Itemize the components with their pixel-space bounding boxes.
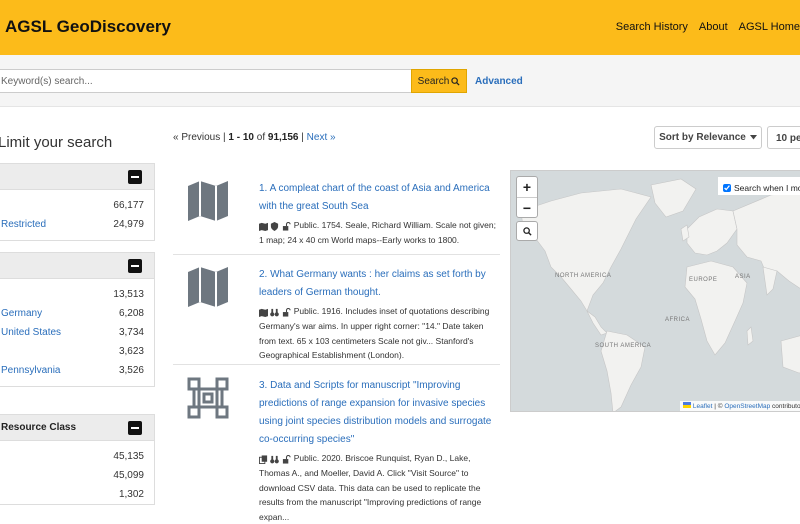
results-map[interactable]: NORTH AMERICA EUROPE ASIA AFRICA SOUTH A… <box>510 170 800 412</box>
sort-dropdown[interactable]: Sort by Relevance <box>654 126 762 149</box>
unlock-icon <box>282 307 291 317</box>
zoom-in-button[interactable]: + <box>517 177 537 197</box>
map-label-asia: ASIA <box>735 274 751 280</box>
search-on-move-toggle[interactable]: Search when I move the map <box>718 177 800 195</box>
per-page-dropdown[interactable]: 10 per page <box>767 126 800 149</box>
facet-row[interactable]: Restricted 24,979 <box>0 215 154 234</box>
top-bar: AGSL GeoDiscovery Search History About A… <box>0 0 800 55</box>
map-icon <box>188 181 228 221</box>
result-description-text: Public. 1916. Includes inset of quotatio… <box>259 306 490 360</box>
nav-about[interactable]: About <box>699 21 728 33</box>
files-icon <box>259 455 268 464</box>
result-title-link[interactable]: 1. A compleat chart of the coast of Asia… <box>259 183 490 212</box>
top-nav: Search History About AGSL Home <box>616 21 800 33</box>
world-map-land <box>520 178 800 411</box>
collapse-icon[interactable] <box>128 259 142 273</box>
search-on-move-label: Search when I move the map <box>734 183 800 193</box>
search-icon <box>522 226 532 236</box>
zoom-control: + − <box>516 176 538 218</box>
nav-agsl-home[interactable]: AGSL Home <box>739 21 800 33</box>
attribution-sep: | © <box>714 403 723 410</box>
result-meta-icons <box>259 305 291 320</box>
facet-header[interactable] <box>0 253 154 279</box>
search-bar: Search Advanced <box>0 55 800 107</box>
sort-label: Sort by Relevance <box>659 132 746 143</box>
result-description: Public. 2020. Briscoe Runquist, Ryan D.,… <box>259 451 497 524</box>
map-label-south-america: SOUTH AMERICA <box>595 343 652 349</box>
facet-row[interactable]: Germany 6,208 <box>0 304 154 323</box>
search-icon <box>451 76 460 86</box>
attribution-rest: contributors <box>772 403 800 410</box>
pager-previous[interactable]: « Previous <box>173 132 220 143</box>
result-description: Public. 1916. Includes inset of quotatio… <box>259 304 497 363</box>
facet-panel-resource-class: Resource Class 45,135 45,099 1,302 <box>0 414 155 505</box>
collapse-icon[interactable] <box>128 170 142 184</box>
result-description-text: Public. 1754. Seale, Richard William. Sc… <box>259 220 496 245</box>
pagination: « Previous | 1 - 10 of 91,156 | Next » <box>173 132 336 143</box>
map-search-button[interactable] <box>516 221 538 241</box>
pager-sep: | <box>301 132 304 143</box>
map-icon <box>188 267 228 307</box>
facet-row[interactable]: Pennsylvania 3,526 <box>0 361 154 380</box>
search-on-move-checkbox[interactable] <box>723 184 731 192</box>
facet-header[interactable] <box>0 164 154 190</box>
result-meta-icons <box>259 452 291 467</box>
result-divider <box>173 364 500 365</box>
openstreetmap-link[interactable]: OpenStreetMap <box>724 403 770 410</box>
map-label-north-america: NORTH AMERICA <box>555 273 612 279</box>
binoculars-icon <box>270 308 280 317</box>
brand-title[interactable]: AGSL GeoDiscovery <box>5 17 171 37</box>
result-title-link[interactable]: 2. What Germany wants : her claims as se… <box>259 269 486 298</box>
search-input[interactable] <box>0 69 412 93</box>
caret-down-icon <box>749 135 757 140</box>
map-type-icon <box>259 222 268 231</box>
search-button-label: Search <box>417 75 450 87</box>
facet-row[interactable]: United States 3,734 <box>0 323 154 342</box>
facet-row[interactable]: 1,302 <box>0 485 154 504</box>
pager-of: of <box>256 132 266 143</box>
facet-panel-access: 66,177 Restricted 24,979 <box>0 163 155 241</box>
pager-range: 1 - 10 <box>228 132 254 143</box>
facet-row[interactable]: 3,623 <box>0 342 154 361</box>
zoom-out-button[interactable]: − <box>517 197 537 217</box>
result-title-link[interactable]: 3. Data and Scripts for manuscript "Impr… <box>259 380 491 445</box>
result-description: Public. 1754. Seale, Richard William. Sc… <box>259 218 497 248</box>
sidebar-title: Limit your search <box>0 134 113 151</box>
result-divider <box>173 254 500 255</box>
result-body: 2. What Germany wants : her claims as se… <box>259 264 497 363</box>
unlock-icon <box>282 454 291 464</box>
result-item: 1. A compleat chart of the coast of Asia… <box>173 178 500 248</box>
facet-header[interactable]: Resource Class <box>0 415 154 441</box>
facet-title: Resource Class <box>1 422 77 433</box>
result-body: 3. Data and Scripts for manuscript "Impr… <box>259 375 497 524</box>
search-button[interactable]: Search <box>411 69 467 93</box>
result-item: 2. What Germany wants : her claims as se… <box>173 264 500 360</box>
ukraine-flag-icon <box>683 402 692 408</box>
pager-sep: | <box>223 132 226 143</box>
collapse-icon[interactable] <box>128 421 142 435</box>
result-meta-icons <box>259 219 291 234</box>
map-label-africa: AFRICA <box>665 317 691 323</box>
map-label-europe: EUROPE <box>689 277 718 283</box>
result-description-text: Public. 2020. Briscoe Runquist, Ryan D.,… <box>259 453 482 522</box>
map-type-icon <box>259 308 268 317</box>
nav-search-history[interactable]: Search History <box>616 21 688 33</box>
leaflet-link[interactable]: Leaflet <box>693 403 713 410</box>
map-attribution: Leaflet | © OpenStreetMap contributors <box>680 401 800 411</box>
pager-next[interactable]: Next » <box>307 132 336 143</box>
facet-row[interactable]: 13,513 <box>0 285 154 304</box>
facet-row[interactable]: 66,177 <box>0 196 154 215</box>
shield-icon <box>271 221 279 231</box>
dataset-icon <box>187 377 229 419</box>
unlock-icon <box>282 221 291 231</box>
binoculars-icon <box>270 455 280 464</box>
result-item: 3. Data and Scripts for manuscript "Impr… <box>173 375 500 522</box>
pager-total: 91,156 <box>267 132 299 143</box>
per-page-label: 10 per page <box>776 133 800 144</box>
facet-row[interactable]: 45,099 <box>0 466 154 485</box>
advanced-search-link[interactable]: Advanced <box>475 76 523 87</box>
result-body: 1. A compleat chart of the coast of Asia… <box>259 178 497 248</box>
facet-row[interactable]: 45,135 <box>0 447 154 466</box>
facet-panel-place: 13,513 Germany 6,208 United States 3,734 3… <box>0 252 155 387</box>
